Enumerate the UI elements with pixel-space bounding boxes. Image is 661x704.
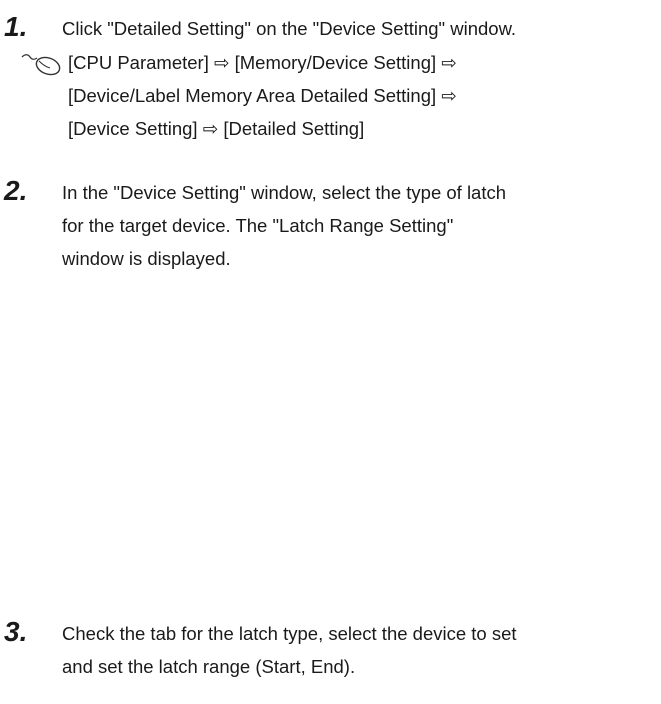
navigation-line: [CPU Parameter] ⇨ [Memory/Device Setting… (68, 52, 457, 73)
step-number: 3. (4, 616, 28, 647)
step-line: and set the latch range (Start, End). (62, 656, 356, 677)
step-line: Check the tab for the latch type, select… (62, 623, 517, 644)
navigation-text: [CPU Parameter] ⇨ [Memory/Device Setting… (68, 46, 457, 145)
step-text: In the "Device Setting" window, select t… (62, 176, 647, 275)
step-number: 2. (4, 175, 28, 206)
step-text: Check the tab for the latch type, select… (62, 617, 647, 683)
step-line: In the "Device Setting" window, select t… (62, 182, 507, 203)
navigation-line: [Device/Label Memory Area Detailed Setti… (68, 85, 457, 106)
step-line: for the target device. The "Latch Range … (62, 215, 454, 236)
step-line: window is displayed. (62, 248, 231, 269)
step-line: Click "Detailed Setting" on the "Device … (62, 18, 517, 39)
step-number: 1. (4, 11, 28, 42)
navigation-line: [Device Setting] ⇨ [Detailed Setting] (68, 118, 365, 139)
mouse-icon (21, 54, 61, 76)
step-text: Click "Detailed Setting" on the "Device … (62, 12, 647, 45)
